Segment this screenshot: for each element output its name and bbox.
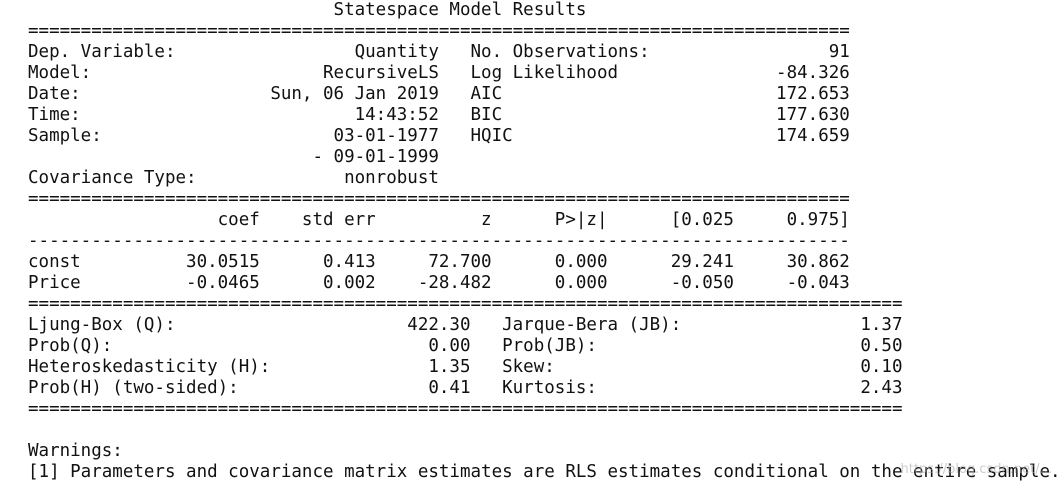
coef-table-header: coef std err z P>|z| [0.025 0.975]: [28, 210, 850, 230]
model-info-row: - 09-01-1999: [28, 147, 439, 167]
statespace-results-report: Statespace Model Results ================…: [28, 0, 1061, 483]
model-info-row: Date: Sun, 06 Jan 2019 AIC 172.653: [28, 84, 850, 104]
model-info-row: Model: RecursiveLS Log Likelihood -84.32…: [28, 63, 850, 83]
report-title: Statespace Model Results: [28, 0, 587, 20]
diagnostics-row: Prob(Q): 0.00 Prob(JB): 0.50: [28, 336, 903, 356]
coef-table-row: Price -0.0465 0.002 -28.482 0.000 -0.050…: [28, 273, 850, 293]
model-info-row: Dep. Variable: Quantity No. Observations…: [28, 42, 850, 62]
model-info-row: Sample: 03-01-1977 HQIC 174.659: [28, 126, 850, 146]
separator-diagnostics-top: ========================================…: [28, 294, 903, 314]
diagnostics-row: Heteroskedasticity (H): 1.35 Skew: 0.10: [28, 357, 903, 377]
model-info-row: Covariance Type: nonrobust: [28, 168, 439, 188]
warnings-heading: Warnings:: [28, 441, 123, 461]
coef-table-row: const 30.0515 0.413 72.700 0.000 29.241 …: [28, 252, 850, 272]
diagnostics-row: Prob(H) (two-sided): 0.41 Kurtosis: 2.43: [28, 378, 903, 398]
watermark-text: https://blog.csdn.net/...: [900, 462, 1052, 477]
model-info-row: Time: 14:43:52 BIC 177.630: [28, 105, 850, 125]
separator-coef-dashes: ----------------------------------------…: [28, 231, 850, 251]
separator-coef-top: ========================================…: [28, 189, 850, 209]
diagnostics-row: Ljung-Box (Q): 422.30 Jarque-Bera (JB): …: [28, 315, 903, 335]
separator-top: ========================================…: [28, 21, 850, 41]
separator-diagnostics-bottom: ========================================…: [28, 399, 903, 419]
